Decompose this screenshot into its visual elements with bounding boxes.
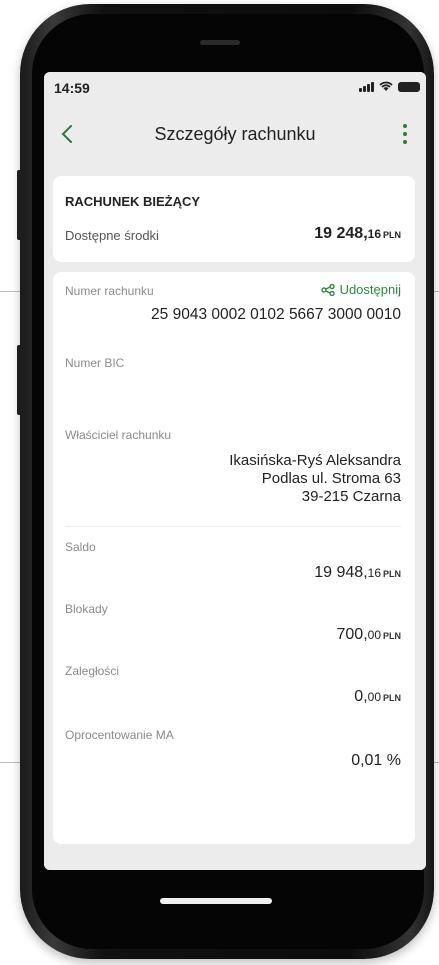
zaleglosci-amount: 0,00 PLN — [354, 688, 401, 705]
speaker — [200, 40, 240, 45]
signal-icon — [359, 82, 374, 92]
share-button[interactable]: Udostępnij — [320, 282, 401, 297]
account-details-card: Numer rachunku Udostępnij 25 9043 0002 0… — [53, 272, 415, 844]
app-bar: Szczegóły rachunku — [44, 106, 426, 162]
phone-mockup: 14:59 Szczegóły rachunku RACHUNEK BIEŻĄC… — [0, 0, 439, 965]
bottom-area — [44, 852, 426, 870]
blokady-amount: 700,00 PLN — [336, 626, 402, 643]
owner-block: Ikasińska-Ryś Aleksandra Podlas ul. Stro… — [229, 452, 401, 506]
screen: 14:59 Szczegóły rachunku RACHUNEK BIEŻĄC… — [44, 72, 426, 870]
bic-label: Numer BIC — [65, 356, 125, 370]
status-time: 14:59 — [54, 80, 90, 96]
interest-label: Oprocentowanie MA — [65, 728, 174, 742]
page-title: Szczegóły rachunku — [154, 124, 316, 144]
owner-city: 39-215 Czarna — [301, 488, 401, 505]
volume-button-down — [17, 345, 22, 415]
owner-street: Podlas ul. Stroma 63 — [261, 470, 401, 487]
zaleglosci-label: Zaległości — [65, 664, 120, 678]
saldo-label: Saldo — [65, 540, 96, 554]
more-menu-button[interactable] — [402, 124, 408, 144]
status-icons — [359, 81, 420, 92]
owner-label: Właściciel rachunku — [65, 428, 172, 442]
owner-name: Ikasińska-Ryś Aleksandra — [229, 452, 401, 469]
saldo-amount: 19 948,16 PLN — [314, 564, 401, 581]
wifi-icon — [379, 81, 393, 91]
battery-icon — [398, 82, 420, 92]
status-bar: 14:59 — [44, 72, 426, 106]
home-indicator[interactable] — [160, 898, 272, 904]
divider — [65, 526, 401, 527]
account-type: RACHUNEK BIEŻĄCY — [65, 194, 201, 209]
account-number-label: Numer rachunku — [65, 284, 154, 298]
share-icon — [320, 283, 335, 296]
account-summary-card: RACHUNEK BIEŻĄCY Dostępne środki 19 248,… — [53, 176, 415, 262]
blokady-label: Blokady — [65, 602, 108, 616]
volume-button-up — [17, 170, 22, 240]
more-vertical-icon — [403, 124, 407, 128]
share-label: Udostępnij — [339, 282, 401, 297]
available-funds-label: Dostępne środki — [65, 228, 159, 243]
account-number: 25 9043 0002 0102 5667 3000 0010 — [151, 306, 401, 323]
interest-value: 0,01 % — [351, 752, 401, 769]
available-funds-amount: 19 248,16 PLN — [314, 225, 401, 242]
